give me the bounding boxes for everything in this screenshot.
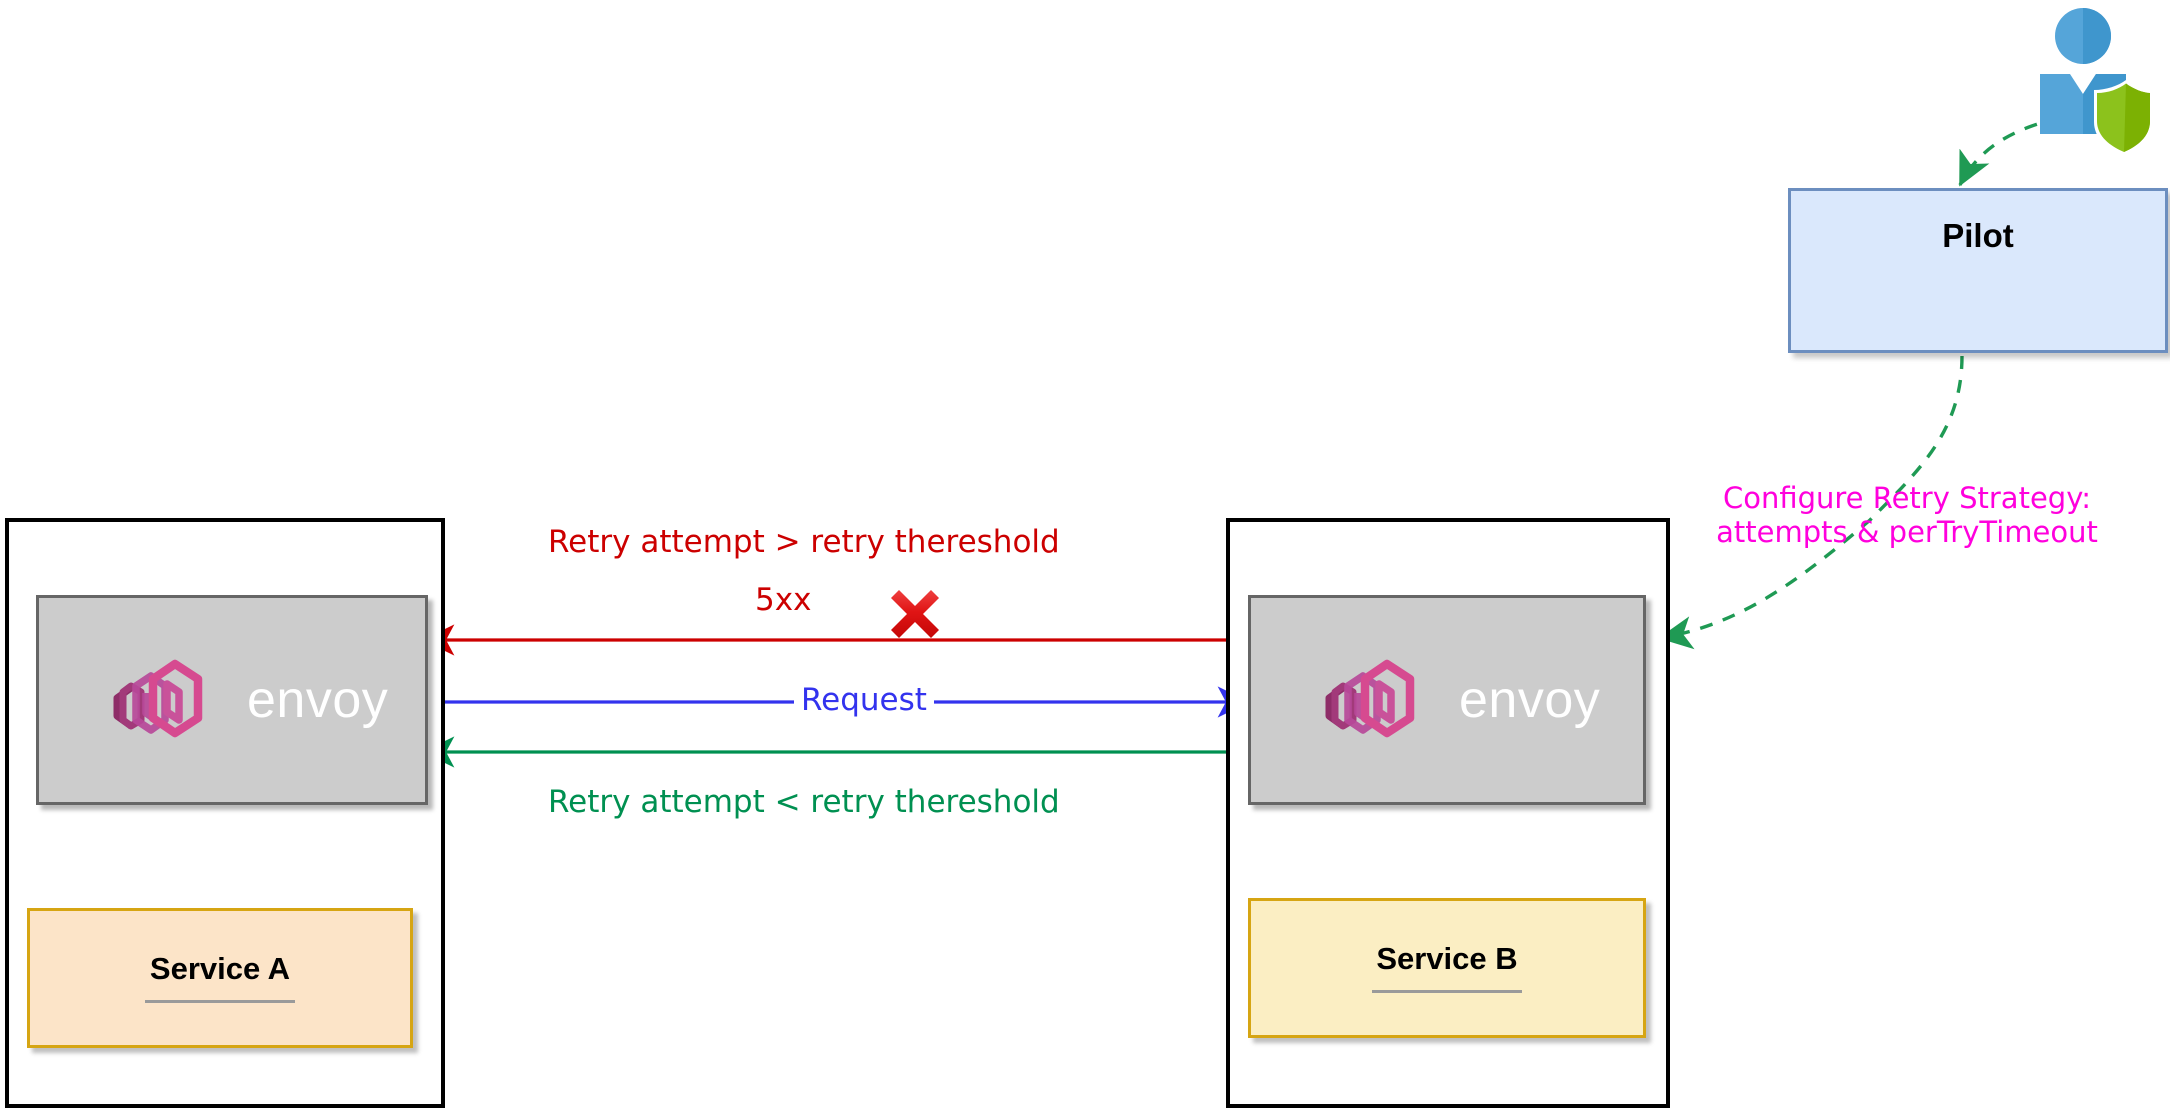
label-configure-retry-strategy: Configure Retry Strategy: attempts & per… xyxy=(1692,481,2122,549)
pilot-label: Pilot xyxy=(1942,217,2014,254)
label-retry-exceeded: Retry attempt > retry thereshold xyxy=(548,524,1060,560)
service-b-box[interactable]: Service B xyxy=(1248,898,1646,1038)
configure-line-1: Configure Retry Strategy: xyxy=(1722,481,2092,515)
service-b-label: Service B xyxy=(1376,941,1518,976)
label-status-code: 5xx xyxy=(755,582,812,618)
envoy-hexagon-icon xyxy=(1325,659,1415,738)
configure-line-2: attempts & perTryTimeout xyxy=(1716,514,2098,549)
envoy-hexagon-icon xyxy=(113,659,203,738)
label-retry-under: Retry attempt < retry thereshold xyxy=(548,784,1060,820)
envoy-logo-a: envoy xyxy=(101,650,388,750)
service-a-divider xyxy=(145,1000,295,1003)
envoy-logo-b: envoy xyxy=(1313,650,1600,750)
envoy-sidecar-a[interactable]: envoy xyxy=(36,595,428,805)
envoy-sidecar-b[interactable]: envoy xyxy=(1248,595,1646,805)
service-a-label: Service A xyxy=(149,951,291,986)
pilot-control-plane-box[interactable]: Pilot xyxy=(1788,188,2168,353)
cross-mark-icon xyxy=(891,590,939,638)
label-request: Request xyxy=(794,682,934,719)
service-a-box[interactable]: Service A xyxy=(27,908,413,1048)
envoy-wordmark: envoy xyxy=(247,671,389,729)
admin-user-shield-icon xyxy=(2040,8,2153,156)
service-b-divider xyxy=(1372,990,1522,993)
envoy-wordmark: envoy xyxy=(1459,671,1601,729)
